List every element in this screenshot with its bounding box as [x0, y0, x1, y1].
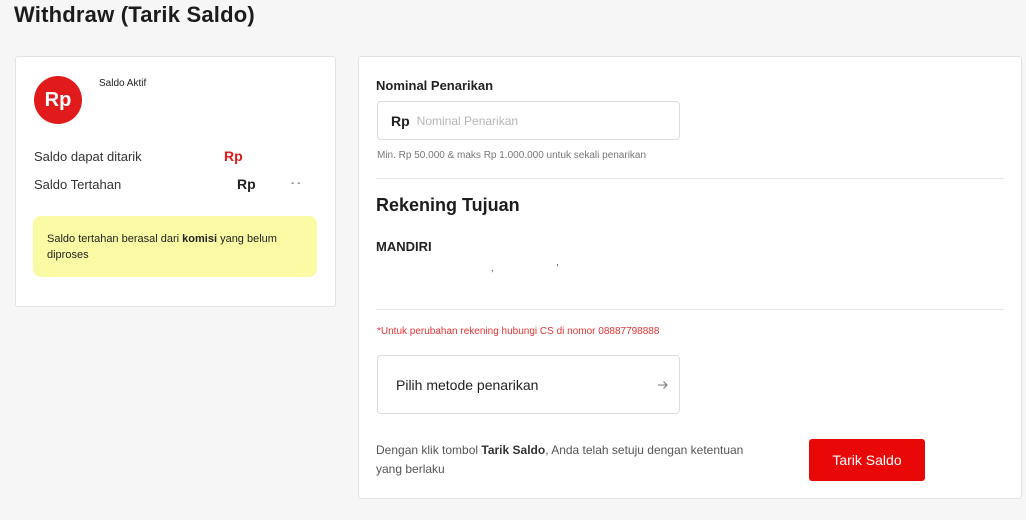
nominal-label: Nominal Penarikan: [376, 78, 494, 93]
saldo-tertahan-value: Rp: [237, 176, 256, 192]
nominal-input[interactable]: [416, 113, 657, 128]
divider: [376, 178, 1004, 179]
cs-note: *Untuk perubahan rekening hubungi CS di …: [377, 326, 660, 337]
nominal-hint: Min. Rp 50.000 & maks Rp 1.000.000 untuk…: [377, 150, 647, 161]
rekening-tujuan-title: Rekening Tujuan: [376, 195, 520, 215]
saldo-tertahan-label: Saldo Tertahan: [34, 177, 122, 192]
currency-prefix: Rp: [391, 112, 410, 129]
saldo-dapat-ditarik-label: Saldo dapat ditarik: [34, 149, 142, 164]
terms-text: Dengan klik tombol Tarik Saldo, Anda tel…: [376, 441, 756, 479]
saldo-tertahan-amount: - -: [291, 178, 301, 189]
terms-bold: Tarik Saldo: [481, 443, 546, 457]
bank-account-number: , ': [491, 263, 589, 274]
withdraw-form-card: Nominal Penarikan Rp Min. Rp 50.000 & ma…: [358, 56, 1022, 499]
rupiah-icon: Rp: [34, 76, 82, 124]
balance-card: Rp Saldo Aktif Saldo dapat ditarik Rp Sa…: [15, 56, 336, 307]
info-text-bold: komisi: [182, 233, 218, 245]
nominal-input-wrapper[interactable]: Rp: [377, 101, 680, 140]
info-text-before: Saldo tertahan berasal dari: [47, 233, 183, 245]
withdraw-method-selector[interactable]: Pilih metode penarikan: [377, 355, 680, 414]
bank-name: MANDIRI: [376, 239, 432, 254]
page-title: Withdraw (Tarik Saldo): [14, 2, 255, 27]
tarik-saldo-button[interactable]: Tarik Saldo: [809, 439, 925, 481]
saldo-aktif-label: Saldo Aktif: [99, 78, 147, 89]
info-box: Saldo tertahan berasal dari komisi yang …: [33, 216, 317, 277]
divider: [376, 309, 1004, 310]
saldo-dapat-ditarik-value: Rp: [224, 148, 243, 164]
arrow-right-icon: [658, 380, 668, 389]
terms-before: Dengan klik tombol: [376, 443, 482, 457]
method-label: Pilih metode penarikan: [396, 376, 539, 393]
